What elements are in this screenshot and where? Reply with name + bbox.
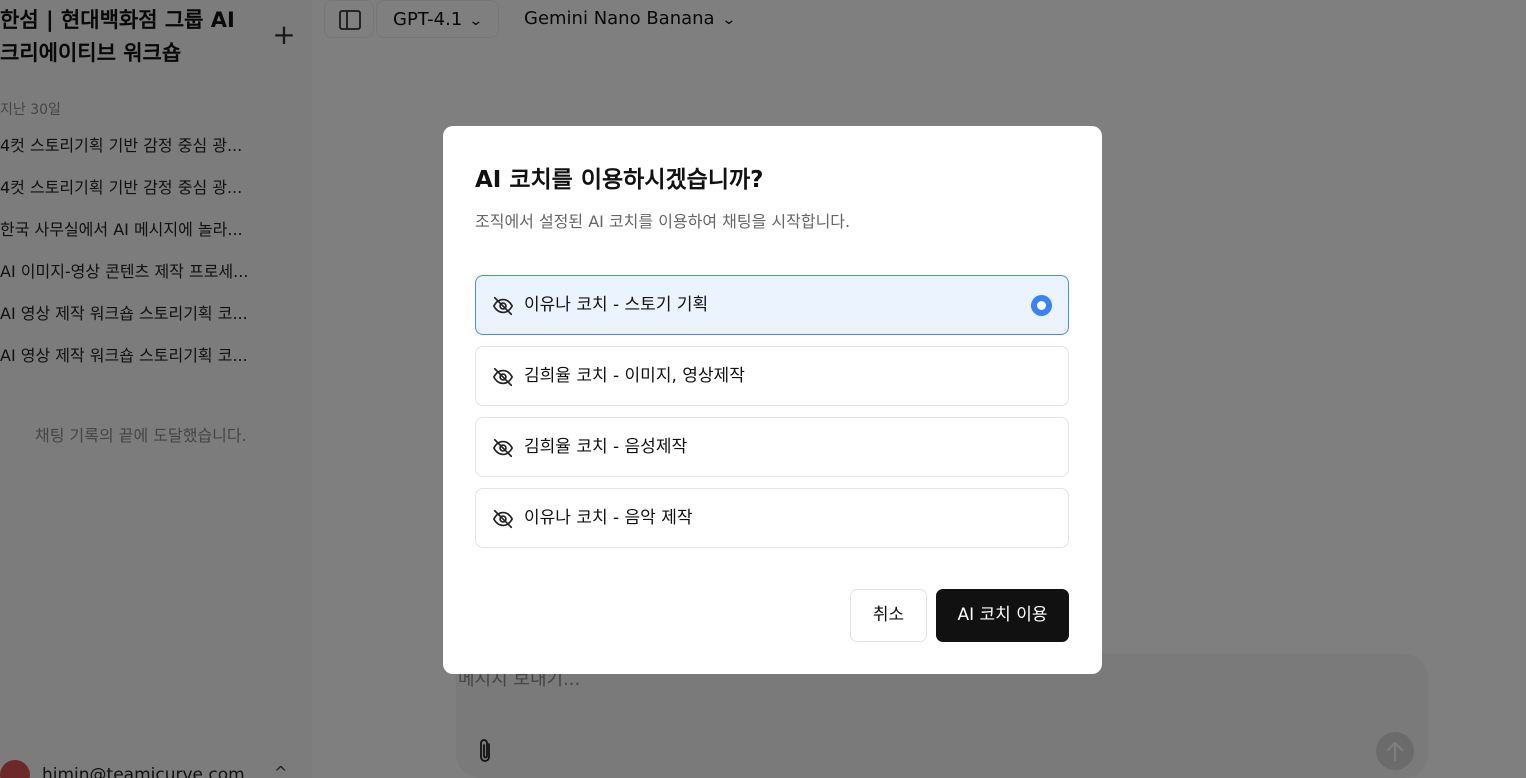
coach-option[interactable]: 김희율 코치 - 이미지, 영상제작: [475, 346, 1069, 406]
use-ai-coach-button[interactable]: AI 코치 이용: [936, 589, 1069, 642]
dialog-title: AI 코치를 이용하시겠습니까?: [475, 167, 764, 193]
coach-option-label: 김희율 코치 - 음성제작: [524, 437, 688, 457]
eye-off-icon: [492, 438, 514, 458]
eye-off-icon: [492, 509, 514, 529]
coach-option[interactable]: 이유나 코치 - 스토기 기획: [475, 275, 1069, 335]
radio-selected[interactable]: [1031, 295, 1052, 316]
cancel-button[interactable]: 취소: [850, 589, 927, 642]
coach-option-list: 이유나 코치 - 스토기 기획 김희율 코치 - 이미지, 영상제작 김희율 코…: [475, 275, 1069, 559]
coach-option-label: 김희율 코치 - 이미지, 영상제작: [524, 366, 745, 386]
ai-coach-dialog: AI 코치를 이용하시겠습니까? 조직에서 설정된 AI 코치를 이용하여 채팅…: [443, 126, 1102, 674]
coach-option-label: 이유나 코치 - 스토기 기획: [524, 295, 709, 315]
coach-option[interactable]: 이유나 코치 - 음악 제작: [475, 488, 1069, 548]
dialog-description: 조직에서 설정된 AI 코치를 이용하여 채팅을 시작합니다.: [475, 212, 851, 231]
coach-option[interactable]: 김희율 코치 - 음성제작: [475, 417, 1069, 477]
eye-off-icon: [492, 367, 514, 387]
coach-option-label: 이유나 코치 - 음악 제작: [524, 508, 693, 528]
eye-off-icon: [492, 296, 514, 316]
